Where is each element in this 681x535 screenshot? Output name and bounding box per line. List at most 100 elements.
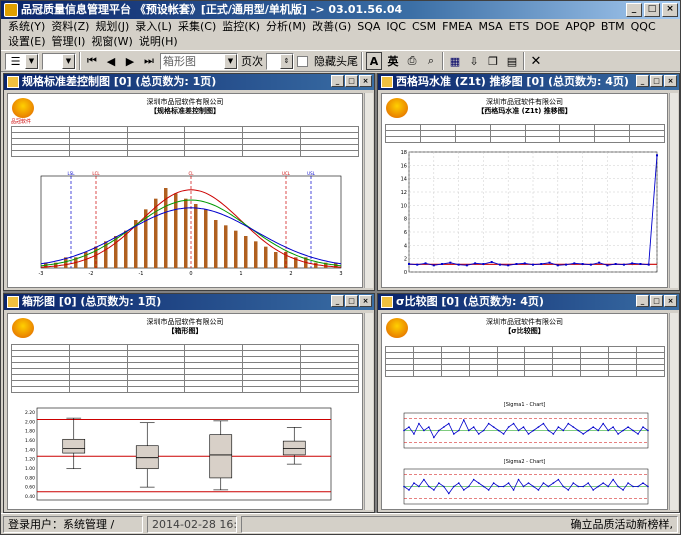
menu-item-15[interactable]: APQP bbox=[562, 19, 597, 34]
data-point bbox=[572, 482, 575, 484]
maximize-button[interactable]: □ bbox=[650, 75, 663, 87]
chevron-down-icon: ▼ bbox=[62, 53, 75, 69]
close-button[interactable]: × bbox=[359, 75, 372, 87]
layout-combo[interactable]: ☰ ▼ bbox=[5, 52, 39, 70]
page-setup-icon[interactable]: ▤ bbox=[504, 52, 520, 70]
close-button[interactable]: × bbox=[359, 295, 372, 307]
histogram-pane-title[interactable]: 规格标准差控制图 [0] (总页数为: 1页) _ □ × bbox=[4, 74, 374, 90]
data-point bbox=[637, 433, 639, 435]
scrollbar[interactable] bbox=[669, 313, 678, 510]
menu-item-12[interactable]: MSA bbox=[475, 19, 505, 34]
histogram-bar bbox=[234, 230, 238, 268]
minimize-button[interactable]: _ bbox=[636, 75, 649, 87]
data-point bbox=[408, 263, 410, 265]
export-icon[interactable]: ⇩ bbox=[466, 52, 482, 70]
data-point bbox=[607, 429, 609, 432]
maximize-button[interactable]: □ bbox=[644, 3, 660, 17]
menu-item-14[interactable]: DOE bbox=[532, 19, 562, 34]
page-combo[interactable]: ▼ bbox=[42, 52, 76, 70]
data-point bbox=[612, 478, 614, 481]
box bbox=[209, 434, 233, 479]
menu-item-19[interactable]: 管理(I) bbox=[49, 34, 89, 49]
menu-item-13[interactable]: ETS bbox=[506, 19, 533, 34]
close-button[interactable]: × bbox=[664, 75, 677, 87]
data-point bbox=[573, 262, 576, 265]
menu-item-0[interactable]: 系统(Y) bbox=[5, 19, 48, 34]
x-tick-label: -3 bbox=[39, 271, 44, 277]
status-user-label: 登录用户： bbox=[8, 517, 63, 531]
data-point bbox=[424, 262, 427, 265]
chart-icon[interactable]: ▦ bbox=[447, 52, 463, 70]
maximize-button[interactable]: □ bbox=[345, 75, 358, 87]
menu-item-5[interactable]: 监控(K) bbox=[219, 19, 263, 34]
app-icon bbox=[4, 3, 18, 17]
scrollbar[interactable] bbox=[364, 313, 373, 510]
maximize-button[interactable]: □ bbox=[650, 295, 663, 307]
data-point bbox=[457, 429, 460, 432]
chart-type-combo[interactable]: 箱形图 ▼ bbox=[160, 52, 238, 70]
menu-item-1[interactable]: 资料(Z) bbox=[48, 19, 92, 34]
report-title: 【箱形图】 bbox=[167, 327, 203, 335]
report-title: 【西格玛水准 (Z1t) 推移图】 bbox=[477, 107, 572, 115]
toolbar-separator bbox=[361, 52, 363, 70]
minimize-button[interactable]: _ bbox=[636, 295, 649, 307]
data-point bbox=[423, 429, 425, 432]
scrollbar[interactable] bbox=[669, 93, 678, 288]
menu-item-3[interactable]: 录入(L) bbox=[132, 19, 175, 34]
minimize-button[interactable]: _ bbox=[331, 75, 344, 87]
sigma-compare-pane-title-text: σ比较图 [0] (总页数为: 4页) bbox=[396, 295, 544, 308]
page-stepper[interactable]: ⇕ bbox=[266, 52, 294, 70]
data-point bbox=[614, 263, 617, 265]
menu-item-8[interactable]: SQA bbox=[354, 19, 383, 34]
data-point bbox=[532, 263, 534, 266]
language-icon[interactable]: A bbox=[366, 52, 382, 70]
first-page-icon[interactable]: ⏮ bbox=[84, 52, 100, 70]
hide-header-checkbox[interactable] bbox=[297, 55, 308, 67]
run-chart-pane-title[interactable]: 西格玛水准 (Z1t) 推移图 [0] (总页数为: 4页) _ □ × bbox=[378, 74, 679, 90]
menu-item-20[interactable]: 视窗(W) bbox=[88, 34, 135, 49]
menu-item-18[interactable]: 设置(E) bbox=[5, 34, 49, 49]
menu-bar: 系统(Y) 资料(Z) 规划(J) 录入(L) 采集(C) 监控(K) 分析(M) 改善(G)… bbox=[1, 19, 680, 49]
prev-page-icon[interactable]: ◀ bbox=[103, 52, 119, 70]
close-report-icon[interactable]: ✕ bbox=[528, 52, 544, 70]
data-point bbox=[515, 263, 518, 265]
menu-item-10[interactable]: CSM bbox=[409, 19, 439, 34]
data-point bbox=[432, 264, 435, 267]
print-preview-icon[interactable]: ⌕ bbox=[423, 52, 439, 70]
menu-item-4[interactable]: 采集(C) bbox=[175, 19, 219, 34]
menu-item-2[interactable]: 规划(J) bbox=[92, 19, 132, 34]
next-page-icon[interactable]: ▶ bbox=[122, 52, 138, 70]
menu-item-21[interactable]: 说明(H) bbox=[136, 34, 181, 49]
menu-item-11[interactable]: FMEA bbox=[439, 19, 475, 34]
menu-item-9[interactable]: IQC bbox=[383, 19, 409, 34]
data-point bbox=[547, 485, 550, 488]
copy-icon[interactable]: ❐ bbox=[485, 52, 501, 70]
minimize-button[interactable]: _ bbox=[626, 3, 642, 17]
close-button[interactable]: × bbox=[662, 3, 678, 17]
data-point bbox=[597, 429, 600, 432]
y-tick-label: 1.60 bbox=[25, 438, 35, 444]
x-tick-label: 1 bbox=[239, 271, 242, 277]
run-chart-pane: 西格玛水准 (Z1t) 推移图 [0] (总页数为: 4页) _ □ × 深圳市品冠… bbox=[377, 73, 680, 291]
box-plot-pane-title[interactable]: 箱形图 [0] (总页数为: 1页) _ □ × bbox=[4, 294, 374, 310]
data-point bbox=[612, 426, 614, 428]
maximize-button[interactable]: □ bbox=[345, 295, 358, 307]
menu-item-16[interactable]: BTM bbox=[598, 19, 628, 34]
sigma-compare-pane-title[interactable]: σ比较图 [0] (总页数为: 4页) _ □ × bbox=[378, 294, 679, 310]
y-tick-label: 0.80 bbox=[25, 475, 35, 481]
print-icon[interactable]: ⎙ bbox=[404, 52, 420, 70]
menu-item-17[interactable]: QQC bbox=[628, 19, 659, 34]
close-button[interactable]: × bbox=[664, 295, 677, 307]
data-point bbox=[467, 429, 470, 432]
y-tick-label: 0 bbox=[404, 270, 407, 276]
data-point bbox=[537, 489, 540, 491]
english-toggle[interactable]: 英 bbox=[385, 52, 401, 70]
menu-item-6[interactable]: 分析(M) bbox=[263, 19, 309, 34]
menu-item-7[interactable]: 改善(G) bbox=[309, 19, 354, 34]
scrollbar[interactable] bbox=[364, 93, 373, 288]
minimize-button[interactable]: _ bbox=[331, 295, 344, 307]
last-page-icon[interactable]: ⏭ bbox=[141, 52, 157, 70]
data-point bbox=[507, 482, 510, 484]
histogram-bar bbox=[254, 241, 258, 268]
histogram-bar bbox=[194, 204, 198, 268]
